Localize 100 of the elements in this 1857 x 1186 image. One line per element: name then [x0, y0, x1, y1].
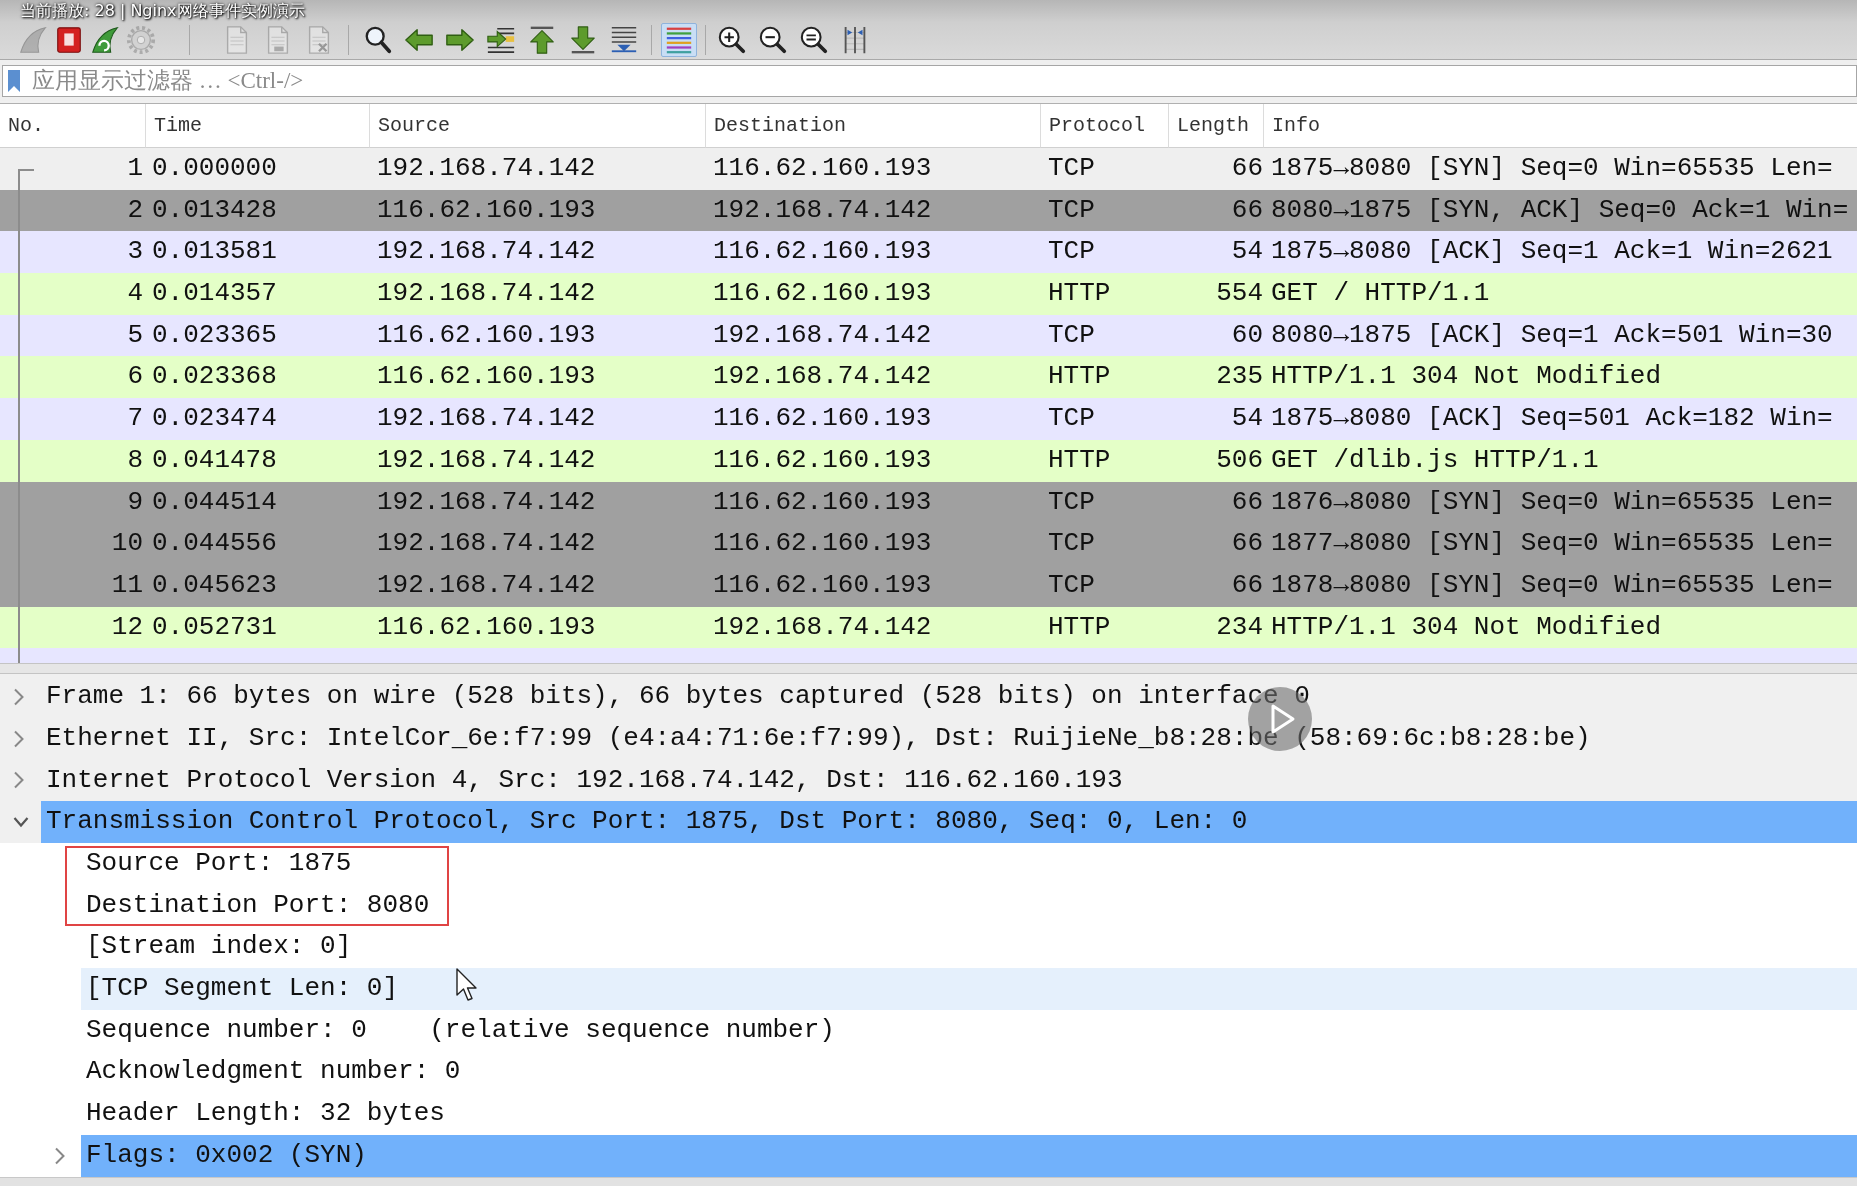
table-cell-text: 0.013428: [151, 193, 278, 227]
packet-row[interactable]: 9 0.044514 192.168.74.142 116.62.160.193 TCP 66 1876→8080 [SYN] Seq=0 Win=65535 Len=: [0, 481, 1857, 524]
table-cell-text: 9: [126, 485, 144, 519]
chevron-down-icon[interactable]: [13, 816, 29, 829]
now-playing-caption: 当前播放: 28 | Nginx网络事件实例演示: [20, 1, 305, 20]
table-cell-text: 10: [110, 527, 144, 561]
table-cell-text: TCP: [1047, 235, 1096, 269]
table-cell-text: 66: [1230, 193, 1264, 227]
table-cell-text: 116.62.160.193: [712, 568, 933, 602]
table-cell-text: 234: [1215, 610, 1264, 644]
table-cell-text: 1: [126, 152, 144, 185]
table-cell-text: 60: [1230, 318, 1264, 352]
search-icon: [363, 25, 393, 55]
table-cell-text: 192.168.74.142: [712, 318, 933, 352]
column-header[interactable]: No.: [0, 104, 146, 148]
packet-row[interactable]: 12 0.052731 116.62.160.193 192.168.74.142 HTTP 234 HTTP/1.1 304 Not Modified: [0, 606, 1857, 649]
column-header[interactable]: Protocol: [1041, 104, 1169, 148]
table-cell-text: 4: [126, 277, 144, 311]
packet-row[interactable]: 8 0.041478 192.168.74.142 116.62.160.193 HTTP 506 GET /dlib.js HTTP/1.1: [0, 439, 1857, 482]
table-cell-text: 116.62.160.193: [712, 152, 933, 185]
packet-row[interactable]: 5 0.023365 116.62.160.193 192.168.74.142 TCP 60 8080→1875 [ACK] Seq=1 Ack=501 Win=30: [0, 314, 1857, 357]
table-cell-text: 506: [1215, 443, 1264, 477]
chevron-right-icon[interactable]: [54, 1146, 66, 1165]
table-cell-text: 8080→1875 [SYN, ACK] Seq=0 Ack=1 Win=: [1270, 193, 1850, 227]
stop-icon: [54, 25, 84, 55]
table-cell-text: 116.62.160.193: [712, 277, 933, 311]
table-cell-text: 0.014357: [151, 277, 278, 311]
table-cell-text: TCP: [1047, 402, 1096, 436]
tree-item[interactable]: Frame 1: 66 bytes on wire (528 bits), 66 bytes captured (528 bits) on interface 0: [0, 676, 1857, 718]
table-cell-text: 1875→8080 [SYN] Seq=0 Win=65535 Len=: [1270, 152, 1834, 185]
column-header[interactable]: Time: [146, 104, 370, 148]
gear-icon: [126, 25, 156, 55]
table-cell-text: HTTP: [1047, 360, 1112, 394]
table-cell-text: 192.168.74.142: [712, 610, 933, 644]
table-cell-text: 12: [110, 610, 144, 644]
packet-row[interactable]: 3 0.013581 192.168.74.142 116.62.160.193 TCP 54 1875→8080 [ACK] Seq=1 Ack=1 Win=2621: [0, 231, 1857, 274]
table-cell-text: 192.168.74.142: [376, 485, 597, 519]
colored-lines-icon: [664, 25, 694, 55]
table-cell-text: 192.168.74.142: [376, 152, 597, 185]
tree-item[interactable]: Transmission Control Protocol, Src Port: 1875, Dst Port: 8080, Seq: 0, Len: 0: [0, 801, 1857, 843]
mouse-pointer-icon: [456, 968, 478, 1003]
table-cell-text: 0.013581: [151, 235, 278, 269]
packet-row[interactable]: 7 0.023474 192.168.74.142 116.62.160.193 TCP 54 1875→8080 [ACK] Seq=501 Ack=182 Win=: [0, 398, 1857, 440]
table-cell-text: TCP: [1047, 152, 1096, 185]
table-cell-text: 66: [1230, 568, 1264, 602]
table-cell-text: 192.168.74.142: [376, 235, 597, 269]
table-cell-text: 116.62.160.193: [712, 527, 933, 561]
tree-item[interactable]: Internet Protocol Version 4, Src: 192.168.74.142, Dst: 116.62.160.193: [0, 759, 1857, 802]
table-cell-text: 116.62.160.193: [712, 235, 933, 269]
table-cell-text: 116.62.160.193: [712, 402, 933, 436]
table-cell-text: HTTP/1.1 304 Not Modified: [1270, 360, 1663, 394]
table-cell-text: 554: [1215, 277, 1264, 311]
table-cell-text: 116.62.160.193: [376, 610, 597, 644]
table-cell-text: 54: [1230, 235, 1264, 269]
tree-item[interactable]: Ethernet II, Src: IntelCor_6e:f7:99 (e4:a4:71:6e:f7:99), Dst: RuijieNe_b8:28:be (58:69:6c:b8:28:be): [0, 717, 1857, 760]
table-cell-text: 66: [1230, 485, 1264, 519]
table-cell-text: HTTP: [1047, 610, 1112, 644]
table-cell-text: 192.168.74.142: [376, 527, 597, 561]
column-header[interactable]: Destination: [706, 104, 1041, 148]
table-cell-text: 116.62.160.193: [376, 360, 597, 394]
shark-fin-icon: [18, 25, 48, 55]
table-cell-text: GET /dlib.js HTTP/1.1: [1270, 443, 1600, 477]
table-cell-text: 1877→8080 [SYN] Seq=0 Win=65535 Len=: [1270, 527, 1834, 561]
table-cell-text: 192.168.74.142: [712, 360, 933, 394]
table-cell-text: 116.62.160.193: [712, 443, 933, 477]
table-cell-text: 0.052731: [151, 610, 278, 644]
table-cell-text: 3: [126, 235, 144, 269]
table-cell-text: 0.044556: [151, 527, 278, 561]
zoom-out-icon: [758, 25, 788, 55]
table-cell-text: HTTP: [1047, 443, 1112, 477]
column-header[interactable]: Source: [370, 104, 706, 148]
table-cell-text: GET / HTTP/1.1: [1270, 277, 1491, 311]
table-cell-text: 0.023474: [151, 402, 278, 436]
table-cell-text: 6: [126, 360, 144, 394]
table-cell-text: 0.044514: [151, 485, 278, 519]
colorize-button[interactable]: [661, 23, 697, 57]
table-cell-text: 54: [1230, 402, 1264, 436]
table-cell-text: 5: [126, 318, 144, 352]
table-cell-text: 235: [1215, 360, 1264, 394]
table-cell-text: 192.168.74.142: [376, 277, 597, 311]
packet-row[interactable]: 2 0.013428 116.62.160.193 192.168.74.142 TCP 66 8080→1875 [SYN, ACK] Seq=0 Ack=1 Win=: [0, 189, 1857, 232]
table-cell-text: 0.045623: [151, 568, 278, 602]
packet-row[interactable]: 4 0.014357 192.168.74.142 116.62.160.193 HTTP 554 GET / HTTP/1.1: [0, 273, 1857, 315]
table-cell-text: 0.023365: [151, 318, 278, 352]
table-cell-text: 1876→8080 [SYN] Seq=0 Win=65535 Len=: [1270, 485, 1834, 519]
up-arrow-icon: [527, 25, 557, 55]
table-cell-text: 116.62.160.193: [376, 318, 597, 352]
packet-row[interactable]: 10 0.044556 192.168.74.142 116.62.160.193 TCP 66 1877→8080 [SYN] Seq=0 Win=65535 Len=: [0, 523, 1857, 565]
chevron-right-icon[interactable]: [13, 729, 25, 748]
packet-row[interactable]: 6 0.023368 116.62.160.193 192.168.74.142 HTTP 235 HTTP/1.1 304 Not Modified: [0, 356, 1857, 399]
packet-row[interactable]: 11 0.045623 192.168.74.142 116.62.160.193 TCP 66 1878→8080 [SYN] Seq=0 Win=65535 Len=: [0, 564, 1857, 607]
chevron-right-icon[interactable]: [13, 771, 25, 790]
table-cell-text: 192.168.74.142: [712, 193, 933, 227]
packet-row[interactable]: 1 0.000000 192.168.74.142 116.62.160.193 TCP 66 1875→8080 [SYN] Seq=0 Win=65535 Len=: [0, 148, 1857, 190]
table-cell-text: 0.041478: [151, 443, 278, 477]
chevron-right-icon[interactable]: [13, 688, 25, 707]
bookmark-icon[interactable]: [7, 69, 21, 93]
table-cell-text: 66: [1230, 152, 1264, 185]
lines-marker-icon: [609, 25, 639, 55]
column-header[interactable]: Length: [1169, 104, 1264, 148]
